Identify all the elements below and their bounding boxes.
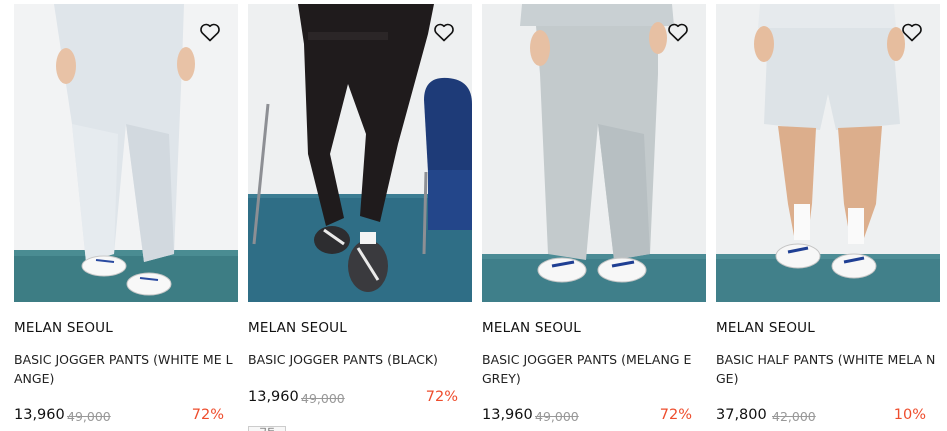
sale-price: 37,800: [716, 407, 767, 423]
product-photo-white-half-pants: [716, 4, 940, 302]
product-image[interactable]: [716, 4, 940, 302]
product-card[interactable]: MELAN SEOUL BASIC JOGGER PANTS (WHITE ME…: [14, 4, 238, 424]
product-name[interactable]: BASIC HALF PANTS (WHITE MELA NGE): [716, 350, 938, 388]
discount-rate: 10%: [893, 407, 926, 423]
product-card[interactable]: MELAN SEOUL BASIC HALF PANTS (WHITE MELA…: [716, 4, 940, 424]
wishlist-heart-icon[interactable]: [198, 20, 222, 44]
product-image[interactable]: [14, 4, 238, 302]
discount-rate: 72%: [191, 407, 224, 423]
product-brand[interactable]: MELAN SEOUL: [14, 320, 113, 336]
product-photo-grey-jogger: [482, 4, 706, 302]
product-tag: 구두: [248, 426, 286, 431]
discount-rate: 72%: [425, 389, 458, 405]
price-row: 13,960 49,000 72%: [248, 389, 458, 409]
product-brand[interactable]: MELAN SEOUL: [248, 320, 347, 336]
sale-price: 13,960: [482, 407, 533, 423]
price-row: 37,800 42,000 10%: [716, 407, 926, 427]
product-name[interactable]: BASIC JOGGER PANTS (MELANG E GREY): [482, 350, 704, 388]
sale-price: 13,960: [14, 407, 65, 423]
product-name[interactable]: BASIC JOGGER PANTS (WHITE ME LANGE): [14, 350, 236, 388]
price-row: 13,960 49,000 72%: [482, 407, 692, 427]
product-card[interactable]: MELAN SEOUL BASIC JOGGER PANTS (BLACK) 1…: [248, 4, 472, 431]
product-brand[interactable]: MELAN SEOUL: [716, 320, 815, 336]
original-price: 42,000: [772, 409, 816, 424]
original-price: 49,000: [67, 409, 111, 424]
wishlist-heart-icon[interactable]: [666, 20, 690, 44]
product-name[interactable]: BASIC JOGGER PANTS (BLACK): [248, 350, 470, 369]
price-row: 13,960 49,000 72%: [14, 407, 224, 427]
product-brand[interactable]: MELAN SEOUL: [482, 320, 581, 336]
product-image[interactable]: [482, 4, 706, 302]
wishlist-heart-icon[interactable]: [900, 20, 924, 44]
product-photo-white-jogger: [14, 4, 238, 302]
discount-rate: 72%: [659, 407, 692, 423]
original-price: 49,000: [535, 409, 579, 424]
original-price: 49,000: [301, 391, 345, 406]
wishlist-heart-icon[interactable]: [432, 20, 456, 44]
product-image[interactable]: [248, 4, 472, 302]
sale-price: 13,960: [248, 389, 299, 405]
product-card[interactable]: MELAN SEOUL BASIC JOGGER PANTS (MELANG E…: [482, 4, 706, 424]
product-photo-black-jogger: [248, 4, 472, 302]
